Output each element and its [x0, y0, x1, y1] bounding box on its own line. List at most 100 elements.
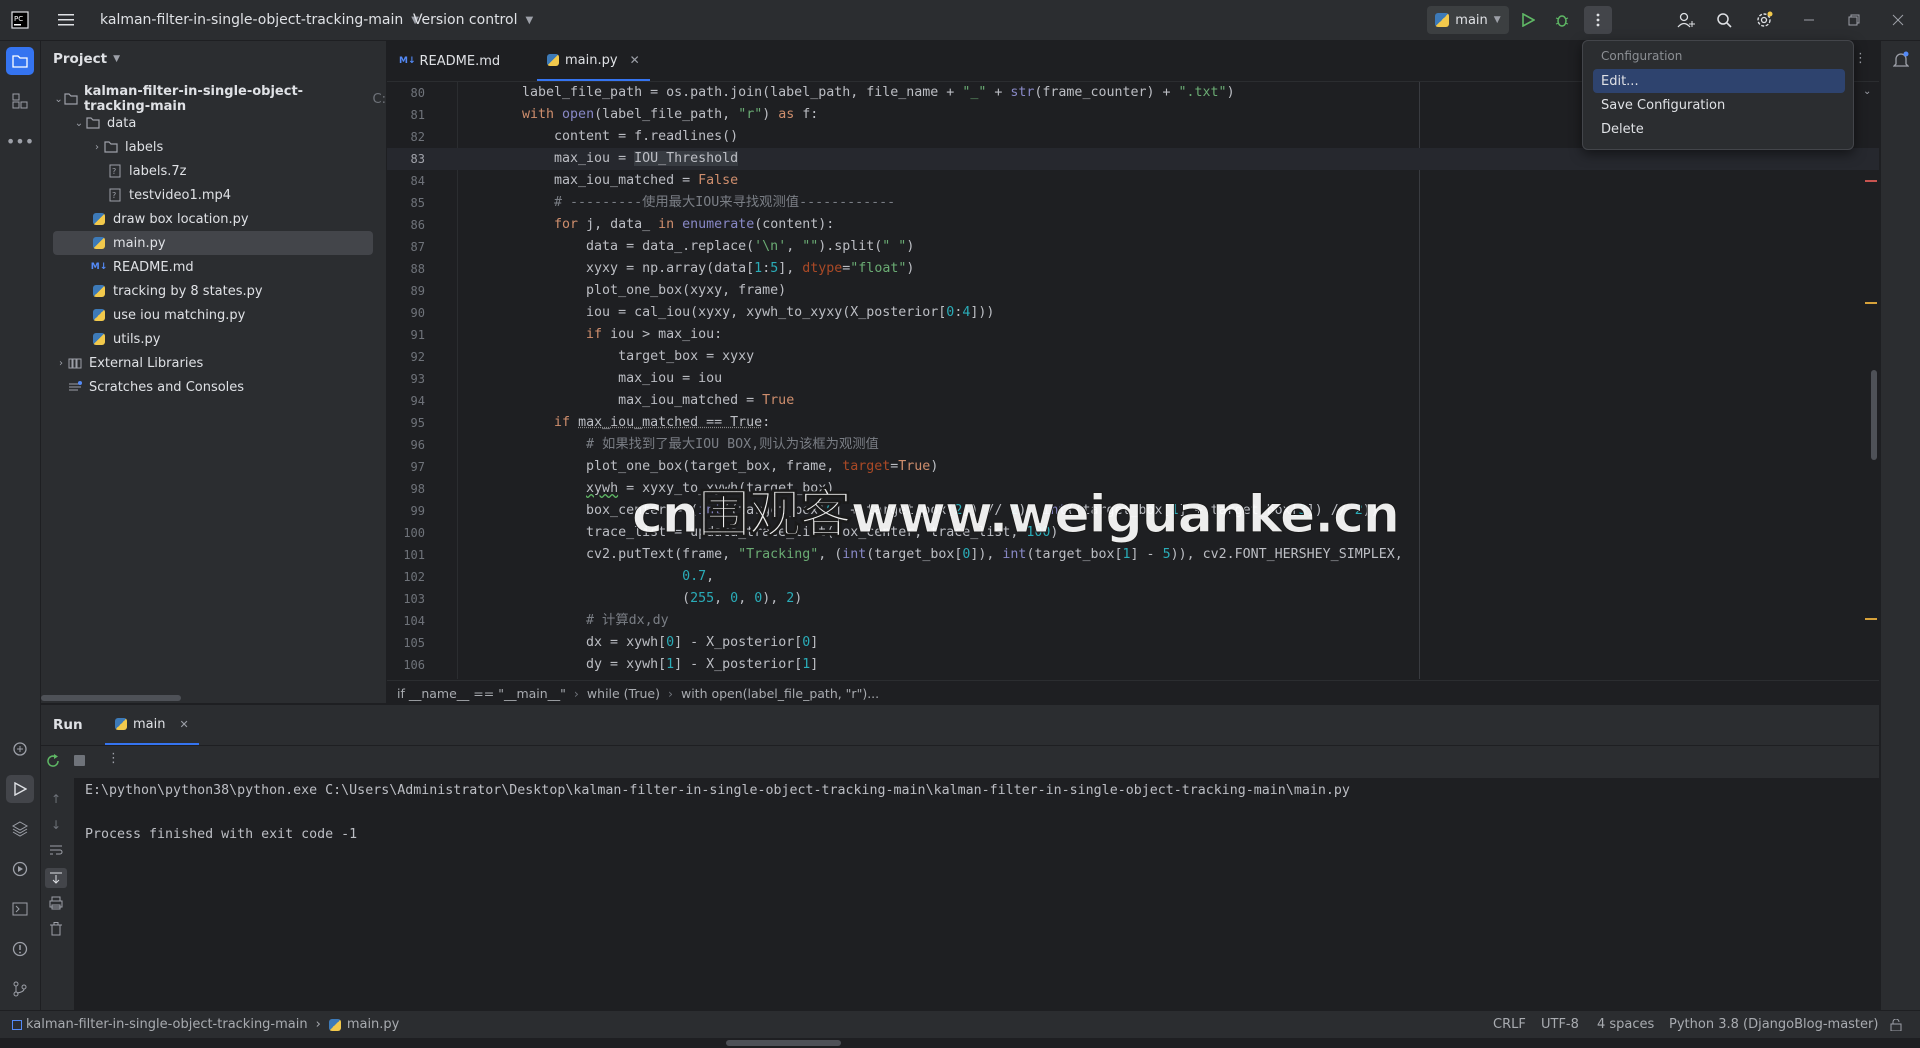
tree-item-tracking[interactable]: tracking by 8 states.py: [41, 279, 386, 303]
code-line: 101 cv2.putText(frame, "Tracking", (int(…: [387, 544, 1879, 566]
minimize-icon[interactable]: [1795, 6, 1823, 34]
right-tool-strip: [1880, 41, 1920, 1010]
python-file-icon: [91, 211, 107, 227]
markdown-icon: M↓: [399, 56, 416, 66]
console-output[interactable]: E:\python\python38\python.exe C:\Users\A…: [74, 778, 1879, 1010]
python-file-icon: [329, 1019, 341, 1031]
chevron-right-icon: ›: [574, 686, 579, 701]
more-actions-icon[interactable]: [1584, 6, 1612, 34]
git-branch-icon[interactable]: [6, 975, 34, 1003]
rerun-icon[interactable]: [46, 754, 60, 772]
markdown-icon: M↓: [91, 259, 107, 275]
scroll-down-icon[interactable]: ↓: [51, 818, 61, 832]
status-path[interactable]: kalman-filter-in-single-object-tracking-…: [12, 1017, 399, 1032]
warning-stripe-mark[interactable]: [1865, 618, 1877, 620]
tab-main-py[interactable]: main.py ✕: [537, 41, 650, 81]
python-console-icon[interactable]: [6, 735, 34, 763]
tree-item-root[interactable]: ⌄ kalman-filter-in-single-object-trackin…: [41, 87, 386, 111]
run-icon[interactable]: [1514, 6, 1542, 34]
horizontal-scrollbar[interactable]: [41, 695, 181, 701]
console-line: E:\python\python38\python.exe C:\Users\A…: [85, 780, 1350, 802]
tree-item-testvideo[interactable]: ? testvideo1.mp4: [41, 183, 386, 207]
python-file-icon: [91, 331, 107, 347]
services-icon[interactable]: [6, 855, 34, 883]
tree-item-utils[interactable]: utils.py: [41, 327, 386, 351]
chevron-right-icon: ›: [91, 142, 103, 153]
python-file-icon: [91, 283, 107, 299]
file-icon: ?: [107, 187, 123, 203]
tree-item-external-libraries[interactable]: › External Libraries: [41, 351, 386, 375]
python-file-icon: [547, 54, 559, 66]
close-tab-icon[interactable]: ✕: [630, 53, 640, 67]
debug-icon[interactable]: [1548, 6, 1576, 34]
breadcrumb-item[interactable]: with open(label_file_path, "r")...: [681, 686, 879, 701]
menu-header: Configuration: [1601, 49, 1682, 63]
structure-icon[interactable]: [6, 87, 34, 115]
warning-stripe-mark[interactable]: [1865, 302, 1877, 304]
more-tools-icon[interactable]: •••: [6, 127, 34, 155]
file-icon: ?: [107, 163, 123, 179]
svg-text:PC: PC: [14, 15, 23, 23]
search-icon[interactable]: [1710, 6, 1738, 34]
menu-item-save-configuration[interactable]: Save Configuration: [1593, 93, 1845, 117]
notifications-bell-icon[interactable]: [1893, 51, 1909, 73]
project-folder-icon[interactable]: [6, 47, 34, 75]
tree-item-labels[interactable]: › labels: [41, 135, 386, 159]
console-line: Process finished with exit code -1: [85, 824, 357, 846]
svg-text:?: ?: [112, 191, 116, 200]
restore-icon[interactable]: [1840, 6, 1868, 34]
tree-item-readme[interactable]: M↓ README.md: [41, 255, 386, 279]
chevron-down-icon: ⌄: [53, 94, 64, 105]
chevron-down-icon[interactable]: ⌄: [1863, 86, 1871, 97]
main-menu-icon[interactable]: [52, 6, 80, 34]
tree-item-main-py[interactable]: main.py: [53, 231, 373, 255]
interpreter-widget[interactable]: Python 3.8 (DjangoBlog-master): [1669, 1017, 1878, 1032]
project-switcher[interactable]: kalman-filter-in-single-object-tracking-…: [100, 0, 419, 40]
scroll-to-end-icon[interactable]: [45, 868, 67, 888]
breadcrumb-item[interactable]: if __name__ == "__main__": [397, 686, 566, 701]
lock-icon[interactable]: [1890, 1019, 1902, 1035]
close-icon[interactable]: [1884, 6, 1912, 34]
code-line: 104 # 计算dx,dy: [387, 610, 1879, 632]
print-icon[interactable]: [49, 896, 63, 914]
project-panel-title[interactable]: Project ▼: [53, 51, 120, 67]
error-stripe-mark[interactable]: [1865, 180, 1877, 182]
breadcrumb-item[interactable]: while (True): [587, 686, 660, 701]
tree-item-scratches[interactable]: Scratches and Consoles: [41, 375, 386, 399]
trash-icon[interactable]: [50, 922, 62, 940]
settings-gear-icon[interactable]: [1750, 6, 1778, 34]
folder-icon: [64, 91, 78, 107]
run-config-selector[interactable]: main ▼: [1427, 6, 1509, 34]
code-editor[interactable]: 80 label_file_path = os.path.join(label_p…: [387, 82, 1879, 679]
tab-run-main[interactable]: main ✕: [105, 705, 199, 745]
encoding-widget[interactable]: UTF-8: [1541, 1017, 1579, 1032]
problems-icon[interactable]: [6, 935, 34, 963]
chevron-down-icon: ▼: [525, 15, 533, 26]
code-line: 102 0.7,: [387, 566, 1879, 588]
tree-item-labels-7z[interactable]: ? labels.7z: [41, 159, 386, 183]
add-user-icon[interactable]: [1672, 6, 1700, 34]
run-tool-icon[interactable]: [6, 775, 34, 803]
vertical-scrollbar[interactable]: [1871, 370, 1877, 460]
close-tab-icon[interactable]: ✕: [179, 718, 188, 731]
chevron-down-icon: ⌄: [73, 118, 85, 129]
tab-actions-icon[interactable]: ⋮: [1854, 51, 1867, 66]
scroll-up-icon[interactable]: ↑: [51, 792, 61, 806]
tree-item-data[interactable]: ⌄ data: [41, 111, 386, 135]
line-separator-widget[interactable]: CRLF: [1493, 1017, 1526, 1032]
more-actions-icon[interactable]: ⋮: [107, 751, 120, 766]
code-line: 85 # ---------使用最大IOU来寻找观测值------------: [387, 192, 1879, 214]
tree-item-draw-box[interactable]: draw box location.py: [41, 207, 386, 231]
menu-item-delete[interactable]: Delete: [1593, 117, 1845, 141]
terminal-icon[interactable]: [6, 895, 34, 923]
stop-icon[interactable]: [74, 755, 85, 766]
soft-wrap-icon[interactable]: [49, 844, 63, 860]
run-toolbar: ⋮: [41, 746, 1879, 778]
tab-readme[interactable]: M↓ README.md: [399, 41, 500, 81]
horizontal-scrollbar[interactable]: [726, 1040, 841, 1046]
menu-item-edit[interactable]: Edit...: [1593, 69, 1845, 93]
tree-item-use-iou[interactable]: use iou matching.py: [41, 303, 386, 327]
layers-icon[interactable]: [6, 815, 34, 843]
vcs-menu[interactable]: Version control ▼: [413, 0, 533, 40]
indent-widget[interactable]: 4 spaces: [1597, 1017, 1654, 1032]
